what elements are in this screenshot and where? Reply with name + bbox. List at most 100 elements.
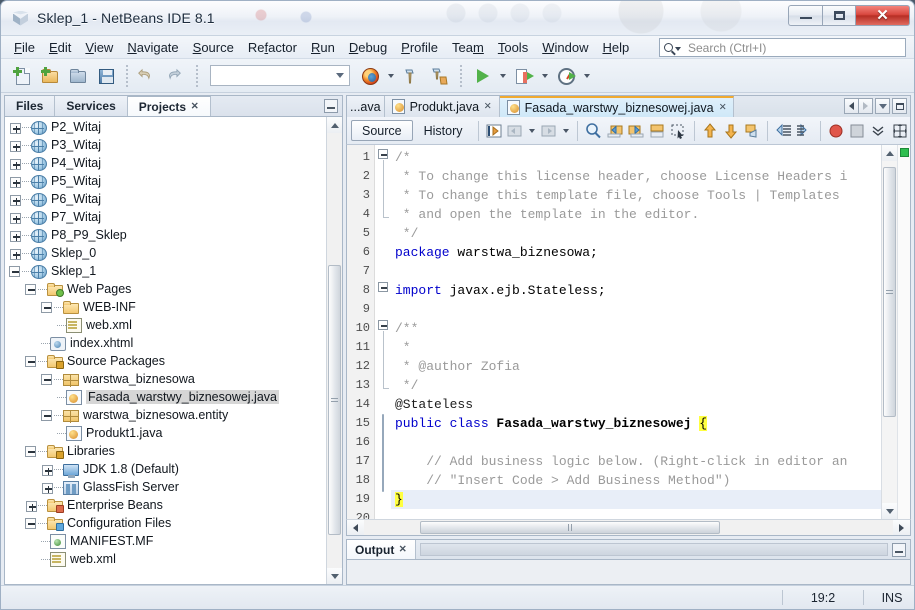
code-line[interactable]: * @author Zofia [391, 357, 881, 376]
scroll-down-button[interactable] [881, 503, 898, 519]
save-all-button[interactable] [93, 63, 119, 89]
code-line[interactable] [391, 509, 881, 519]
tree-item[interactable]: warstwa_biznesowa.entity [5, 406, 326, 424]
project-tree[interactable]: P2_Witaj P3_Witaj P4_Witaj P5_Witaj P6_Witaj… [5, 117, 326, 584]
shift-line-up-button[interactable] [700, 120, 720, 142]
run-dropdown-icon[interactable] [500, 73, 506, 78]
code-line[interactable] [391, 262, 881, 281]
code-line[interactable]: */ [391, 376, 881, 395]
code-line[interactable]: /* [391, 148, 881, 167]
close-icon[interactable]: ✕ [484, 101, 492, 111]
scroll-up-button[interactable] [326, 117, 342, 133]
tree-item[interactable]: Produkt1.java [5, 424, 326, 442]
menu-refactor[interactable]: Refactor [241, 38, 304, 57]
stop-button[interactable] [847, 120, 867, 142]
tree-item[interactable]: Web Pages [5, 280, 326, 298]
tree-item[interactable]: Fasada_warstwy_biznesowej.java [5, 388, 326, 406]
tab-files[interactable]: Files [5, 96, 56, 116]
code-line[interactable]: @Stateless [391, 395, 881, 414]
code-line[interactable] [391, 300, 881, 319]
undo-button[interactable] [135, 63, 161, 89]
tree-item[interactable]: P8_P9_Sklep [5, 226, 326, 244]
scroll-right-button[interactable] [893, 520, 910, 535]
code-line[interactable]: /** [391, 319, 881, 338]
tree-expander-icon[interactable] [41, 373, 52, 385]
tab-list-dropdown-button[interactable] [875, 98, 890, 114]
menu-edit[interactable]: Edit [42, 38, 78, 57]
profile-dropdown-icon[interactable] [584, 73, 590, 78]
tree-item[interactable]: index.xhtml [5, 334, 326, 352]
menu-source[interactable]: Source [186, 38, 241, 57]
tree-expander-icon[interactable] [41, 409, 52, 421]
editor-tab-fasada[interactable]: Fasada_warstwy_biznesowej.java ✕ [499, 96, 735, 117]
tree-item[interactable]: JDK 1.8 (Default) [5, 460, 326, 478]
inspect-members-button[interactable] [890, 120, 910, 142]
tree-item[interactable]: WEB-INF [5, 298, 326, 316]
tab-services[interactable]: Services [55, 96, 128, 116]
menu-file[interactable]: File [7, 38, 42, 57]
previous-bookmark-button[interactable] [604, 120, 624, 142]
tree-expander-icon[interactable] [25, 283, 36, 295]
tree-item[interactable]: P4_Witaj [5, 154, 326, 172]
tree-expander-icon[interactable] [10, 158, 21, 170]
error-strip[interactable] [897, 145, 910, 519]
browser-button[interactable] [357, 63, 383, 89]
configuration-combo[interactable] [210, 65, 350, 86]
tree-expander-icon[interactable] [10, 212, 21, 224]
menu-run[interactable]: Run [304, 38, 342, 57]
output-content[interactable] [346, 559, 911, 585]
code-vertical-scrollbar[interactable] [881, 145, 898, 519]
menu-view[interactable]: View [78, 38, 120, 57]
code-line[interactable]: import javax.ejb.Stateless; [391, 281, 881, 300]
tree-expander-icon[interactable] [9, 265, 20, 277]
back-button[interactable] [505, 120, 525, 142]
tree-expander-icon[interactable] [42, 464, 53, 476]
next-bookmark-button[interactable] [626, 120, 646, 142]
menu-window[interactable]: Window [535, 38, 595, 57]
tree-item[interactable]: P5_Witaj [5, 172, 326, 190]
tree-item[interactable]: P2_Witaj [5, 118, 326, 136]
fold-toggle-icon[interactable] [378, 320, 388, 330]
tab-projects[interactable]: Projects ✕ [127, 96, 211, 116]
debug-button[interactable] [511, 63, 537, 89]
open-project-button[interactable] [65, 63, 91, 89]
find-selection-button[interactable] [583, 120, 603, 142]
back-dropdown-icon[interactable] [529, 128, 535, 133]
new-project-button[interactable] [37, 63, 63, 89]
scrollbar-thumb[interactable] [420, 521, 720, 534]
tree-expander-icon[interactable] [10, 248, 21, 260]
code-line[interactable]: package warstwa_biznesowa; [391, 243, 881, 262]
tree-item[interactable]: Sklep_1 [5, 262, 326, 280]
close-button[interactable]: ✕ [856, 4, 910, 26]
hscroll-track[interactable] [364, 520, 893, 535]
tree-expander-icon[interactable] [25, 517, 36, 529]
tree-item[interactable]: MANIFEST.MF [5, 532, 326, 550]
tree-item[interactable]: Source Packages [5, 352, 326, 370]
shift-left-button[interactable] [773, 120, 793, 142]
code-line[interactable]: * [391, 338, 881, 357]
code-horizontal-scrollbar[interactable] [346, 519, 911, 536]
forward-dropdown-icon[interactable] [563, 128, 570, 133]
profile-button[interactable] [553, 63, 579, 89]
code-line[interactable]: } [391, 490, 881, 509]
tree-expander-icon[interactable] [42, 482, 53, 494]
tree-vertical-scrollbar[interactable] [326, 117, 342, 584]
tree-expander-icon[interactable] [10, 230, 21, 242]
tree-expander-icon[interactable] [25, 355, 36, 367]
minimize-button[interactable] [788, 4, 822, 26]
search-dropdown-icon[interactable] [675, 47, 681, 51]
tree-item[interactable]: warstwa_biznesowa [5, 370, 326, 388]
menu-navigate[interactable]: Navigate [120, 38, 185, 57]
tree-item[interactable]: P6_Witaj [5, 190, 326, 208]
tree-item[interactable]: web.xml [5, 550, 326, 568]
last-edit-button[interactable] [483, 120, 503, 142]
editor-tab-produkt[interactable]: Produkt.java ✕ [384, 96, 500, 117]
fold-toggle-icon[interactable] [378, 282, 388, 292]
run-button[interactable] [469, 63, 495, 89]
maximize-editor-button[interactable] [892, 98, 907, 114]
code-line[interactable]: // Add business logic below. (Right-clic… [391, 452, 881, 471]
minimize-explorer-button[interactable] [324, 99, 338, 113]
tree-expander-icon[interactable] [10, 122, 21, 134]
toggle-breakpoint-button[interactable] [826, 120, 846, 142]
code-line[interactable]: */ [391, 224, 881, 243]
